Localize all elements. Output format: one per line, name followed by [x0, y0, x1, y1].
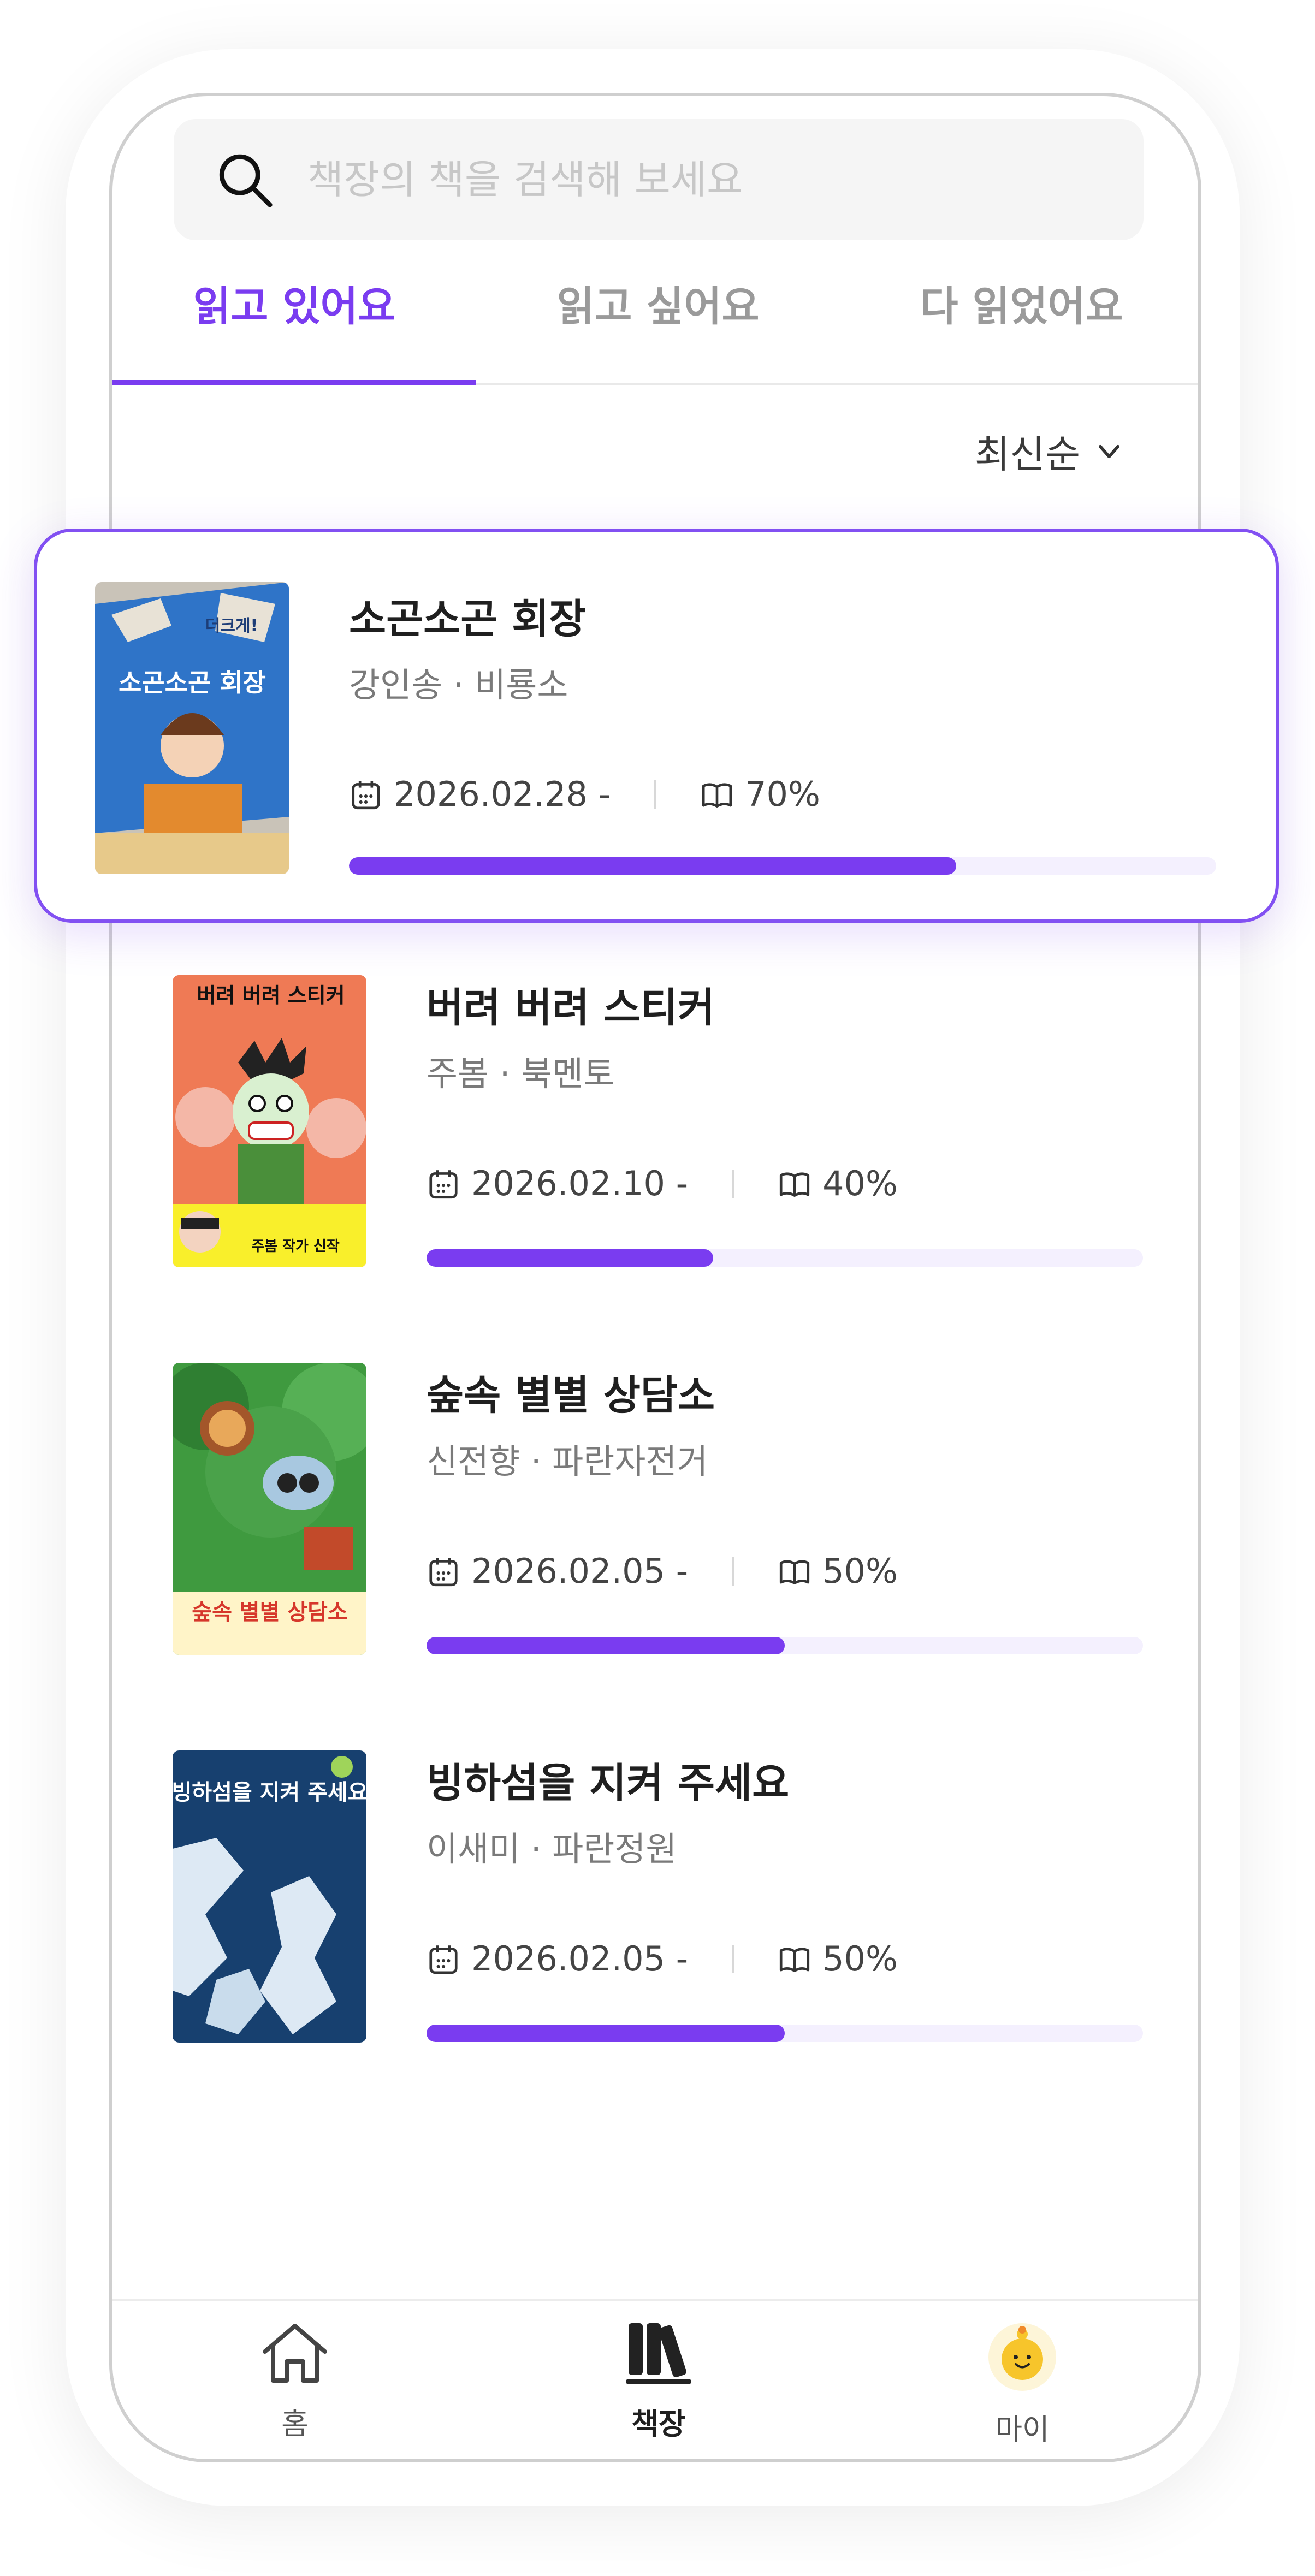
cover-title-text: 빙하섬을 지켜 주세요: [173, 1780, 366, 1805]
open-book-icon: [779, 1172, 810, 1197]
calendar-icon: [429, 1557, 458, 1586]
bottom-navigation: 홈 책장 마이: [112, 2299, 1198, 2459]
start-date: 2026.02.28 -: [394, 774, 611, 814]
divider: [732, 1944, 734, 1973]
progress-percent: 40%: [822, 1164, 898, 1203]
book-title: 빙하섬을 지켜 주세요: [427, 1760, 790, 1807]
start-date: 2026.02.05 -: [471, 1551, 689, 1591]
progress-bar: [427, 2025, 1143, 2042]
phone-screen: 책장의 책을 검색해 보세요 읽고 있어요 읽고 싶어요 다 읽었어요 최신순: [109, 93, 1201, 2462]
progress-bar-fill: [427, 2025, 785, 2042]
search-placeholder: 책장의 책을 검색해 보세요: [307, 157, 743, 203]
shelf-tabs: 읽고 있어요 읽고 싶어요 다 읽었어요: [112, 276, 1198, 385]
progress-percent: 50%: [822, 1939, 898, 1979]
book-reading-meta: 2026.02.28 - 70%: [349, 774, 820, 814]
profile-avatar-icon: [988, 2323, 1056, 2391]
book-author-publisher: 강인송 · 비룡소: [349, 665, 568, 705]
sort-dropdown[interactable]: 최신순: [975, 424, 1122, 479]
open-book-icon: [779, 1947, 810, 1972]
progress-bar-fill: [427, 1637, 785, 1654]
start-date: 2026.02.10 -: [471, 1164, 689, 1203]
nav-home-label: 홈: [281, 2407, 309, 2441]
cover-title-text: 소곤소곤 회장: [119, 668, 266, 697]
open-book-icon: [779, 1559, 810, 1584]
tab-reading[interactable]: 읽고 있어요: [112, 276, 476, 385]
cover-banner-text: 주봄 작가 신작: [251, 1238, 340, 1255]
start-date: 2026.02.05 -: [471, 1939, 689, 1979]
calendar-icon: [429, 1170, 458, 1198]
search-icon: [219, 154, 273, 207]
book-author-publisher: 신전향 · 파란자전거: [427, 1441, 708, 1481]
divider: [654, 780, 657, 809]
progress-bar: [427, 1637, 1143, 1654]
book-cover: 소곤소곤 회장 더크게!: [95, 582, 289, 874]
book-list-item[interactable]: 숲속 별별 상담소 숲속 별별 상담소 신전향 · 파란자전거 2026.02.…: [112, 1363, 1198, 1669]
bookshelf-icon: [626, 2323, 691, 2384]
tab-finished[interactable]: 다 읽었어요: [840, 276, 1198, 385]
book-cover: 빙하섬을 지켜 주세요: [173, 1750, 366, 2043]
book-reading-meta: 2026.02.05 - 50%: [427, 1939, 898, 1979]
progress-bar: [349, 857, 1216, 875]
divider: [732, 1169, 734, 1198]
book-cover: 숲속 별별 상담소: [173, 1363, 366, 1655]
chevron-down-icon: [1099, 444, 1119, 458]
cover-title-text: 숲속 별별 상담소: [192, 1600, 347, 1625]
divider: [732, 1557, 734, 1586]
book-author-publisher: 이새미 · 파란정원: [427, 1829, 677, 1869]
sort-label: 최신순: [974, 432, 1080, 477]
progress-bar: [427, 1249, 1143, 1267]
book-title: 숲속 별별 상담소: [427, 1372, 715, 1419]
active-tab-indicator: [112, 380, 476, 385]
tab-want-to-read[interactable]: 읽고 싶어요: [476, 276, 840, 385]
progress-percent: 50%: [822, 1551, 898, 1591]
calendar-icon: [429, 1945, 458, 1974]
progress-bar-fill: [349, 857, 956, 875]
book-list-item-highlighted[interactable]: 소곤소곤 회장 더크게! 소곤소곤 회장 강인송 · 비룡소 2026.02.2…: [34, 529, 1279, 923]
home-icon: [263, 2324, 327, 2383]
book-list-item[interactable]: 버려 버려 스티커 주봄 작가 신작 버려 버려 스티커 주봄 · 북멘토 20…: [112, 975, 1198, 1281]
nav-home[interactable]: 홈: [213, 2318, 377, 2443]
book-title: 버려 버려 스티커: [427, 984, 715, 1031]
nav-my[interactable]: 마이: [940, 2318, 1104, 2448]
cover-title-text: 버려 버려 스티커: [197, 983, 345, 1007]
progress-percent: 70%: [745, 774, 820, 814]
calendar-icon: [352, 780, 380, 809]
progress-bar-fill: [427, 1249, 713, 1267]
cover-badge-text: 더크게!: [205, 616, 258, 636]
book-cover: 버려 버려 스티커 주봄 작가 신작: [173, 975, 366, 1267]
book-reading-meta: 2026.02.10 - 40%: [427, 1164, 898, 1203]
book-author-publisher: 주봄 · 북멘토: [427, 1054, 615, 1094]
search-bar[interactable]: 책장의 책을 검색해 보세요: [174, 119, 1144, 240]
nav-bookshelf-label: 책장: [631, 2407, 686, 2441]
book-list-item[interactable]: 빙하섬을 지켜 주세요 빙하섬을 지켜 주세요 이새미 · 파란정원 2026.…: [112, 1750, 1198, 2056]
nav-my-label: 마이: [995, 2412, 1050, 2447]
open-book-icon: [702, 782, 732, 808]
book-reading-meta: 2026.02.05 - 50%: [427, 1551, 898, 1591]
nav-bookshelf[interactable]: 책장: [577, 2318, 741, 2443]
book-title: 소곤소곤 회장: [349, 596, 587, 643]
